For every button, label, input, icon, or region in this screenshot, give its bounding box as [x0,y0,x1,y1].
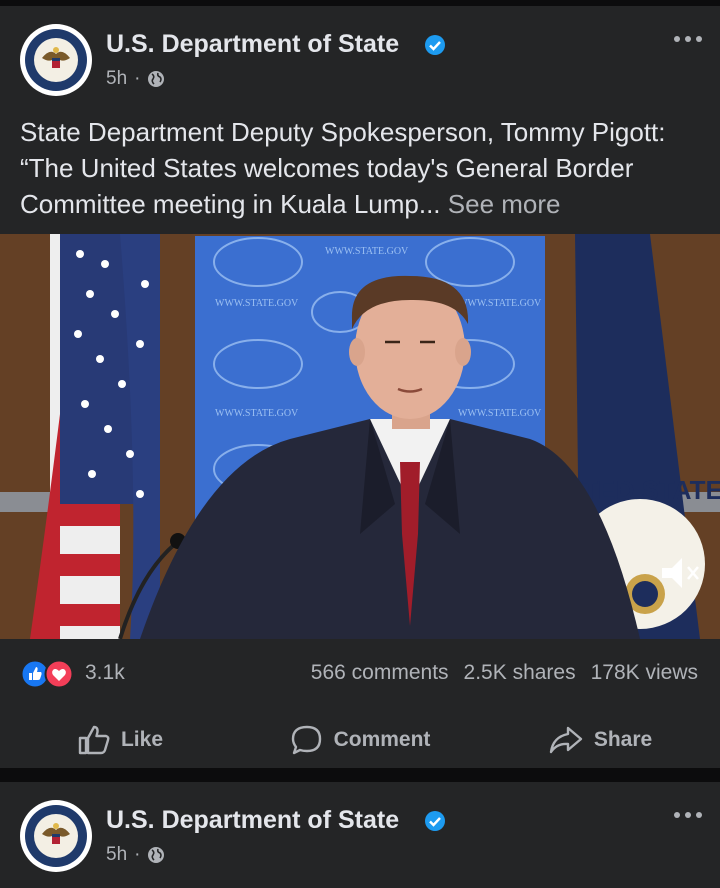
like-icon [78,725,110,755]
post-card: U.S. Department of State 5h · [0,782,720,888]
post-header: U.S. Department of State 5h · [0,782,720,872]
post-actions: Like Comment Share [0,712,720,768]
views-count[interactable]: 178K views [591,661,698,685]
meta-separator: · [134,68,141,89]
comment-icon [291,725,321,755]
like-reaction-icon [20,659,50,689]
see-more-link[interactable]: See more [448,189,561,219]
page-avatar[interactable] [20,800,92,872]
page-avatar[interactable] [20,24,92,96]
state-seal-icon [22,802,90,870]
svg-text:WWW.STATE.GOV: WWW.STATE.GOV [458,298,542,309]
share-button[interactable]: Share [480,712,720,768]
svg-text:WWW.STATE.GOV: WWW.STATE.GOV [458,408,542,419]
post-time[interactable]: 5h [106,68,127,90]
more-options-icon[interactable] [674,812,702,818]
svg-text:WWW.STATE.GOV: WWW.STATE.GOV [325,246,409,257]
like-label: Like [120,728,164,751]
svg-text:WWW.STATE.GOV: WWW.STATE.GOV [215,298,299,309]
post-meta: 5h · [106,68,165,90]
more-options-icon[interactable] [674,36,702,42]
post-text: State Department Deputy Spokesperson, To… [20,114,700,222]
state-seal-icon [22,26,90,94]
comment-label: Comment [333,728,431,751]
shares-count[interactable]: 2.5K shares [464,661,576,685]
page-name[interactable]: U.S. Department of State [106,30,399,59]
love-reaction-icon [44,659,74,689]
video-player[interactable]: WWW.STATE.GOV WWW.STATE.GOV WWW.STATE.GO… [0,234,720,639]
reactions-row: 3.1k 566 comments 2.5K shares 178K views [0,644,720,702]
video-frame: WWW.STATE.GOV WWW.STATE.GOV WWW.STATE.GO… [0,234,720,639]
share-label: Share [593,728,653,751]
post-header: U.S. Department of State 5h · [0,6,720,96]
post-body: State Department Deputy Spokesperson, To… [20,117,666,219]
post-card: U.S. Department of State 5h · State Depa… [0,6,720,768]
post-stats: 566 comments 2.5K shares 178K views [311,661,698,685]
reaction-count[interactable]: 3.1k [85,661,125,685]
share-icon [549,726,583,754]
meta-separator: · [134,844,141,865]
verified-badge-icon [425,35,445,55]
globe-icon [148,71,165,87]
like-button[interactable]: Like [0,712,240,768]
post-time[interactable]: 5h [106,844,127,866]
globe-icon [148,847,165,863]
page-name[interactable]: U.S. Department of State [106,806,399,835]
post-meta: 5h · [106,844,165,866]
reaction-icons[interactable] [20,659,80,689]
comment-button[interactable]: Comment [240,712,480,768]
svg-text:ITED STATES: ITED STATES [575,475,720,505]
verified-badge-icon [425,811,445,831]
svg-text:WWW.STATE.GOV: WWW.STATE.GOV [215,408,299,419]
comments-count[interactable]: 566 comments [311,661,449,685]
